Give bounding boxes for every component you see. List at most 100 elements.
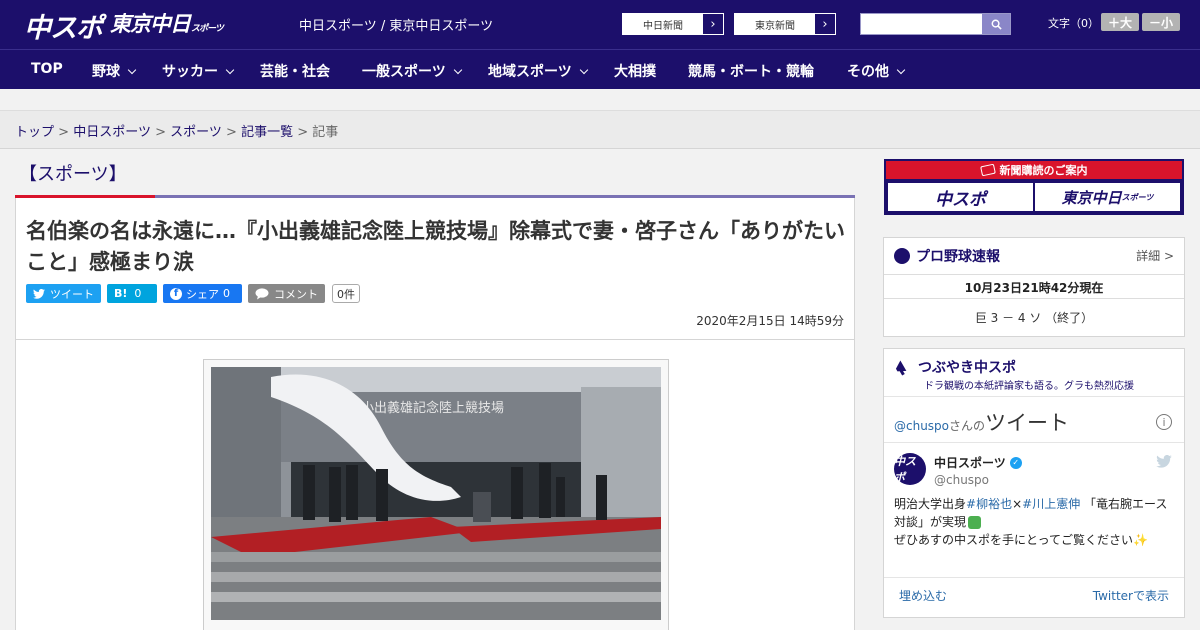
- subscribe-tokyo-chunichi-sub: スポーツ: [1121, 192, 1154, 202]
- breadcrumb-separator: >: [297, 125, 309, 140]
- verified-badge-icon: ✓: [1009, 456, 1022, 469]
- nav-item-sumo[interactable]: 大相撲: [614, 61, 656, 81]
- subscribe-tokyo-chunichi-label: 東京中日: [1061, 188, 1122, 207]
- tweet-text-x: ×: [1012, 497, 1023, 511]
- embed-tweet-link[interactable]: 埋め込む: [899, 587, 947, 604]
- breadcrumb-separator: >: [155, 125, 166, 140]
- font-size-label: 文字（0）: [1048, 17, 1099, 30]
- search-box: [860, 13, 1011, 35]
- baseball-as-of: 10月23日21時42分現在: [964, 281, 1104, 295]
- search-input[interactable]: [861, 14, 981, 34]
- subscribe-chuspo-button[interactable]: 中スポ: [888, 183, 1033, 211]
- subscription-banner-header: 新聞購読のご案内: [886, 161, 1182, 179]
- baseball-icon: [894, 248, 910, 264]
- hatena-icon: B!: [114, 287, 128, 300]
- tokyo-shimbun-label: 東京新聞: [735, 14, 815, 34]
- facebook-share-button[interactable]: f シェア 0: [163, 284, 242, 303]
- ceremony-photo: 小出義雄記念陸上競技場: [211, 367, 661, 620]
- chevron-right-icon: ›: [822, 16, 828, 32]
- hatena-bookmark-button[interactable]: B! 0: [107, 284, 157, 303]
- ad-strip: [0, 89, 1200, 111]
- chevron-down-icon: [579, 65, 588, 75]
- tokyo-chunichi-logo[interactable]: 東京中日スポーツ: [110, 8, 224, 38]
- tokyo-chunichi-logo-sub: スポーツ: [191, 24, 224, 34]
- subscription-banner-title: 新聞購読のご案内: [999, 164, 1088, 177]
- tweet-account[interactable]: 中日スポーツ ✓: [934, 454, 1022, 471]
- tweet-account-handle: @chuspo: [934, 473, 990, 487]
- article-title: 名伯楽の名は永遠に…『小出義雄記念陸上競技場』除幕式で妻・啓子さん「ありがたいこ…: [26, 219, 845, 274]
- tweet-text: 明治大学出身#柳裕也×#川上憲伸 「竜右腕エース対談」が実現 ぜひあすの中スポを…: [894, 495, 1176, 549]
- chunichi-shimbun-label: 中日新聞: [623, 14, 703, 34]
- nav-item-top[interactable]: TOP: [31, 61, 63, 77]
- comment-label: コメント: [274, 287, 318, 301]
- chunichi-shimbun-link[interactable]: 中日新聞 ›: [622, 13, 724, 35]
- top-bar: 中スポ 東京中日スポーツ 中日スポーツ / 東京中日スポーツ 中日新聞 › 東京…: [0, 0, 1200, 49]
- nav-item-label: 芸能・社会: [260, 64, 330, 80]
- nav-item-label: その他: [847, 64, 889, 80]
- breadcrumb-link-sports[interactable]: スポーツ: [170, 125, 222, 140]
- twitter-handle-big: ツイート: [985, 411, 1070, 435]
- facebook-share-label: シェア: [186, 287, 219, 301]
- info-icon[interactable]: i: [1156, 414, 1172, 430]
- chevron-down-icon: [225, 65, 235, 75]
- twitter-widget-title: つぶやき中スポ: [918, 360, 1016, 376]
- newspaper-icon: [979, 163, 996, 177]
- nav-item-label: 地域スポーツ: [488, 64, 572, 80]
- breadcrumb-separator: >: [226, 125, 237, 140]
- sparkles-icon: ✨: [1133, 533, 1148, 547]
- nav-item-label: 一般スポーツ: [362, 64, 446, 80]
- site-tagline: 中日スポーツ / 東京中日スポーツ: [299, 19, 494, 34]
- nav-item-entertainment[interactable]: 芸能・社会: [260, 61, 330, 81]
- article-photo[interactable]: 小出義雄記念陸上競技場: [211, 367, 661, 620]
- megaphone-icon: [895, 360, 907, 376]
- tweet-text-pre: 明治大学出身: [894, 497, 967, 511]
- nav-item-soccer[interactable]: サッカー: [162, 61, 235, 81]
- twitter-handle-line: @chuspoさんのツイート: [894, 407, 1069, 437]
- search-icon: [991, 19, 1002, 30]
- comment-count: 0件: [332, 284, 360, 303]
- comment-button[interactable]: コメント: [248, 284, 325, 303]
- subscribe-tokyo-chunichi-button[interactable]: 東京中日 スポーツ: [1035, 183, 1180, 211]
- baseball-widget-header: プロ野球速報: [894, 246, 1000, 266]
- baseball-score[interactable]: 巨 3 － 4 ソ （終了）: [884, 309, 1184, 326]
- avatar[interactable]: 中スポ: [894, 453, 926, 485]
- font-bigger-button[interactable]: ＋大: [1101, 13, 1139, 31]
- tokyo-shimbun-link[interactable]: 東京新聞 ›: [734, 13, 836, 35]
- breadcrumb-link-chunichi-sports[interactable]: 中日スポーツ: [73, 125, 151, 140]
- speech-bubble-icon: [255, 287, 269, 299]
- breadcrumb-link-article-list[interactable]: 記事一覧: [241, 125, 293, 140]
- font-smaller-button[interactable]: －小: [1142, 13, 1180, 31]
- article-header: 名伯楽の名は永遠に…『小出義雄記念陸上競技場』除幕式で妻・啓子さん「ありがたいこ…: [15, 198, 855, 340]
- chuspo-logo[interactable]: 中スポ: [24, 6, 103, 45]
- chevron-down-icon: [453, 65, 462, 75]
- baseball-detail-link[interactable]: 詳細 >: [1136, 247, 1174, 264]
- nav-item-racing[interactable]: 競馬・ボート・競輪: [688, 61, 814, 81]
- subscription-banner[interactable]: 新聞購読のご案内 中スポ 東京中日 スポーツ: [884, 159, 1184, 215]
- hashtag-link[interactable]: #川上憲伸: [1022, 497, 1080, 511]
- baseball-scores-widget: プロ野球速報 詳細 > 10月23日21時42分現在 巨 3 － 4 ソ （終了…: [883, 237, 1185, 337]
- nav-item-label: 野球: [92, 64, 120, 80]
- chevron-right-icon: ›: [710, 16, 716, 32]
- twitter-handle-link[interactable]: @chuspo: [894, 419, 949, 433]
- breadcrumb-link-top[interactable]: トップ: [15, 125, 54, 140]
- view-on-twitter-link[interactable]: Twitterで表示: [1093, 587, 1169, 604]
- section-heading: 【スポーツ】: [19, 164, 127, 185]
- twitter-handle-suffix: さんの: [949, 419, 986, 433]
- tweet-label: ツイート: [50, 287, 94, 301]
- nav-item-general-sports[interactable]: 一般スポーツ: [362, 61, 462, 81]
- nav-item-baseball[interactable]: 野球: [92, 61, 137, 81]
- nav-item-label: 大相撲: [614, 64, 656, 80]
- dragon-emoji-icon: [968, 516, 982, 529]
- article-body: 小出義雄記念陸上競技場: [15, 340, 855, 630]
- chevron-down-icon: [896, 65, 906, 75]
- hashtag-link[interactable]: #柳裕也: [966, 497, 1012, 511]
- search-button[interactable]: [982, 14, 1010, 34]
- breadcrumb: トップ > 中日スポーツ > スポーツ > 記事一覧 > 記事: [0, 111, 1200, 149]
- twitter-bird-icon[interactable]: [1156, 455, 1172, 468]
- nav-item-other[interactable]: その他: [847, 61, 906, 81]
- nav-item-local-sports[interactable]: 地域スポーツ: [488, 61, 588, 81]
- nav-item-label: サッカー: [162, 64, 218, 80]
- breadcrumb-current: 記事: [312, 125, 339, 140]
- tweet-button[interactable]: ツイート: [26, 284, 101, 303]
- main-nav: TOP 野球 サッカー 芸能・社会 一般スポーツ 地域スポーツ 大相撲 競馬・ボ…: [0, 49, 1200, 89]
